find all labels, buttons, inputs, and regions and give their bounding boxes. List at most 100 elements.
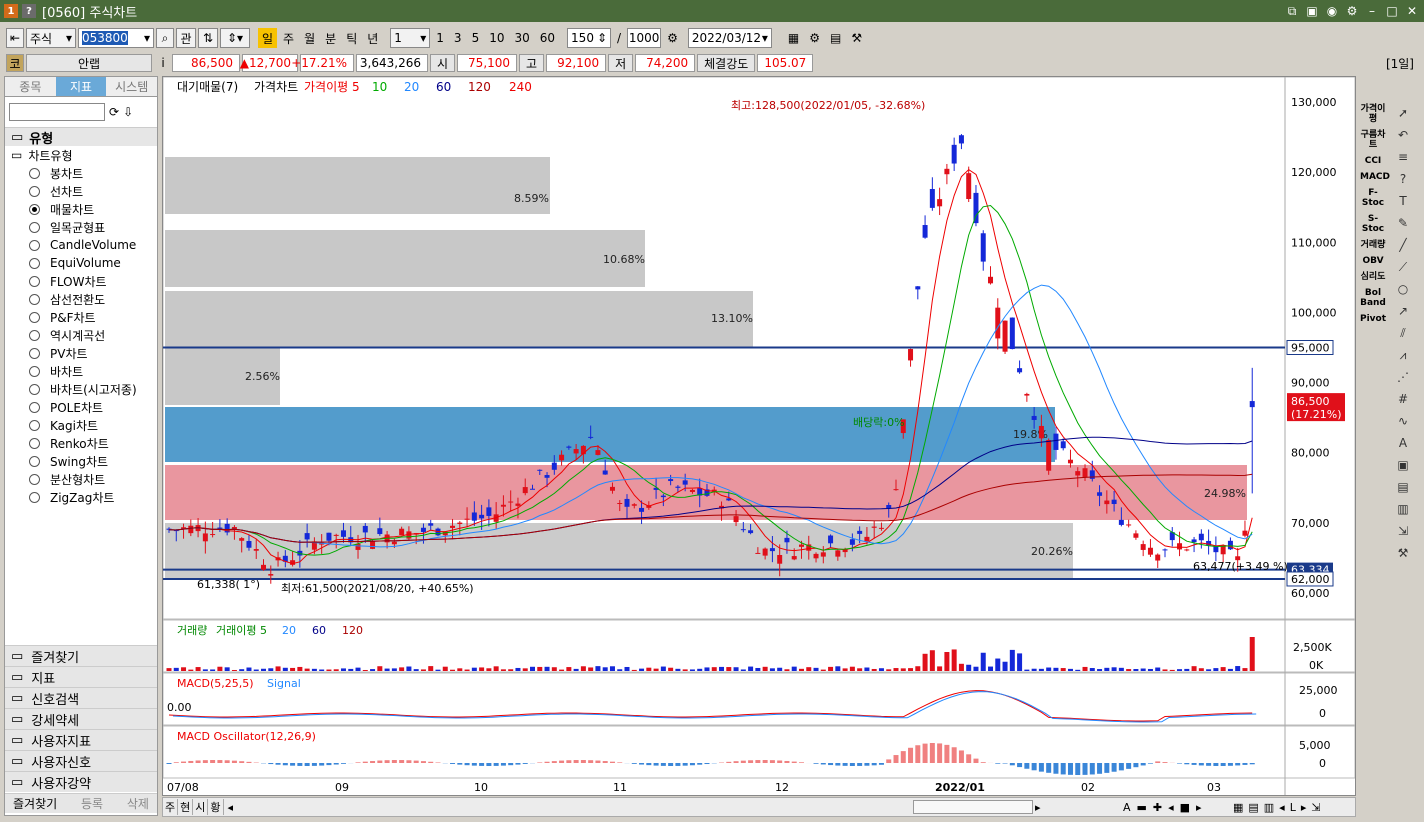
radio-icon[interactable] <box>29 221 40 233</box>
minimize-icon[interactable]: – <box>1364 3 1380 19</box>
period-minute[interactable]: 분 <box>321 28 340 48</box>
brush-icon[interactable]: ✎ <box>1394 214 1412 232</box>
indicator-shortcut[interactable]: Pivot <box>1360 314 1386 324</box>
radio-icon[interactable] <box>29 419 40 431</box>
quick-30[interactable]: 30 <box>510 28 533 48</box>
chart-type-group[interactable]: ▭ 차트유형 <box>5 146 157 164</box>
radio-icon[interactable] <box>29 293 40 305</box>
arrow-icon[interactable]: ↗ <box>1394 302 1412 320</box>
indicator-shortcut[interactable]: OBV <box>1360 256 1386 266</box>
chart-type-item[interactable]: 바차트 <box>5 362 157 380</box>
radio-icon[interactable] <box>29 491 40 503</box>
tab-indicators[interactable]: 지표 <box>55 77 107 96</box>
indicator-shortcut[interactable]: MACD <box>1360 172 1390 182</box>
indicator-shortcut[interactable]: CCI <box>1360 156 1386 166</box>
chart-icon[interactable]: ▥ <box>1394 500 1412 518</box>
period-month[interactable]: 월 <box>300 28 319 48</box>
chart-type-item[interactable]: Swing차트 <box>5 452 157 470</box>
radio-icon[interactable] <box>29 311 40 323</box>
quick-1[interactable]: 1 <box>432 28 448 48</box>
info-icon[interactable]: i <box>154 53 172 73</box>
screenshot-icon[interactable]: ◉ <box>1324 3 1340 19</box>
pointer-icon[interactable]: ➚ <box>1394 104 1412 122</box>
auto-icon[interactable]: A <box>1394 434 1412 452</box>
volume-legend-item[interactable]: 20 <box>282 624 296 637</box>
chart-type-icon[interactable]: ▦ <box>784 28 803 48</box>
chart-type-item[interactable]: 매물차트 <box>5 200 157 218</box>
chart-type-item[interactable]: Kagi차트 <box>5 416 157 434</box>
fibo-icon[interactable]: ⩘ <box>1394 346 1412 364</box>
radio-icon[interactable] <box>29 473 40 485</box>
radio-icon[interactable] <box>29 185 40 197</box>
scroll-right-icon[interactable]: ▸ <box>1035 801 1041 814</box>
folder-item[interactable]: ▭ 사용자강약 <box>5 771 157 792</box>
radio-icon[interactable] <box>29 275 40 287</box>
chart-type-item[interactable]: ZigZag차트 <box>5 488 157 506</box>
config-icon[interactable]: ⚙ <box>805 28 824 48</box>
footer-register[interactable]: 등록 <box>81 795 103 812</box>
indicator-shortcut[interactable]: S-Stoc <box>1360 214 1386 234</box>
sync-icon[interactable]: ⇅ <box>198 28 218 48</box>
view-controls[interactable]: ▦▤▥◂L▸⇲ <box>1233 801 1326 814</box>
line-icon[interactable]: ╱ <box>1394 236 1412 254</box>
volume-legend-item[interactable]: 120 <box>342 624 363 637</box>
legend-item[interactable]: 60 <box>436 80 451 94</box>
section-type[interactable]: ▭ 유형 <box>5 127 157 147</box>
chart-type-item[interactable]: P&F차트 <box>5 308 157 326</box>
macd-legend[interactable]: MACD(5,25,5) <box>177 677 254 690</box>
quick-3[interactable]: 3 <box>450 28 466 48</box>
radio-icon[interactable] <box>29 383 40 395</box>
scroll-thumb[interactable] <box>913 800 1033 814</box>
radio-icon[interactable] <box>29 437 40 449</box>
settings-icon[interactable]: ⚙ <box>1344 3 1360 19</box>
indicator-shortcut[interactable]: 구름차트 <box>1360 130 1386 150</box>
radio-icon[interactable] <box>29 347 40 359</box>
radio-icon[interactable] <box>29 329 40 341</box>
zoom-controls[interactable]: A▬✚◂■▸ <box>1123 801 1208 814</box>
chart-type-item[interactable]: Renko차트 <box>5 434 157 452</box>
radio-icon[interactable] <box>29 365 40 377</box>
chart-type-item[interactable]: 선차트 <box>5 182 157 200</box>
text-icon[interactable]: T <box>1394 192 1412 210</box>
volume-legend-item[interactable]: 거래량 <box>177 624 207 637</box>
indicator-shortcut[interactable]: F-Stoc <box>1360 188 1386 208</box>
period-day[interactable]: 일 <box>258 28 278 48</box>
footer-delete[interactable]: 삭제 <box>127 795 149 812</box>
indicator-shortcut[interactable]: 심리도 <box>1360 272 1386 282</box>
volume-legend-item[interactable]: 거래이평 5 <box>216 624 267 637</box>
search-icon[interactable]: ⌕ <box>156 28 174 48</box>
radio-icon[interactable] <box>29 203 40 215</box>
grid-icon[interactable]: # <box>1394 390 1412 408</box>
legend-item[interactable]: 120 <box>468 80 491 94</box>
save-icon[interactable]: ▤ <box>826 28 845 48</box>
chart-type-item[interactable]: 역시계곡선 <box>5 326 157 344</box>
chart-type-item[interactable]: 분산형차트 <box>5 470 157 488</box>
quick-5[interactable]: 5 <box>468 28 484 48</box>
parallel-icon[interactable]: ⫽ <box>1394 324 1412 342</box>
code-input[interactable]: 053800 ▾ <box>78 28 154 48</box>
folder-item[interactable]: ▭ 강세약세 <box>5 708 157 729</box>
period-unit-select[interactable]: 1 ▾ <box>390 28 431 48</box>
window-number-icon[interactable]: 1 <box>4 4 18 18</box>
help-icon[interactable]: ? <box>22 4 36 18</box>
period-week[interactable]: 주 <box>279 28 298 48</box>
chart-type-item[interactable]: 봉차트 <box>5 164 157 182</box>
quick-60[interactable]: 60 <box>536 28 559 48</box>
market-select[interactable]: 주식 ▾ <box>26 28 76 48</box>
folder-item[interactable]: ▭ 지표 <box>5 666 157 687</box>
count-stepper[interactable]: 150 ⇕ <box>567 28 612 48</box>
all-icon[interactable]: ≡ <box>1394 148 1412 166</box>
footer-favorites[interactable]: 즐겨찾기 <box>13 795 57 812</box>
circle-icon[interactable]: ○ <box>1394 280 1412 298</box>
ray-icon[interactable]: ⟋ <box>1394 258 1412 276</box>
radio-icon[interactable] <box>29 167 40 179</box>
period-year[interactable]: 년 <box>363 28 382 48</box>
first-icon[interactable]: ⇤ <box>6 28 24 48</box>
indicator-search-input[interactable] <box>9 103 105 121</box>
link-icon[interactable]: ⧉ <box>1284 3 1300 19</box>
tab-system[interactable]: 시스템 <box>106 77 158 96</box>
close-icon[interactable]: ✕ <box>1404 3 1420 19</box>
folder-item[interactable]: ▭ 사용자신호 <box>5 750 157 771</box>
maximize-icon[interactable]: □ <box>1384 3 1400 19</box>
signal-legend[interactable]: Signal <box>267 677 301 690</box>
